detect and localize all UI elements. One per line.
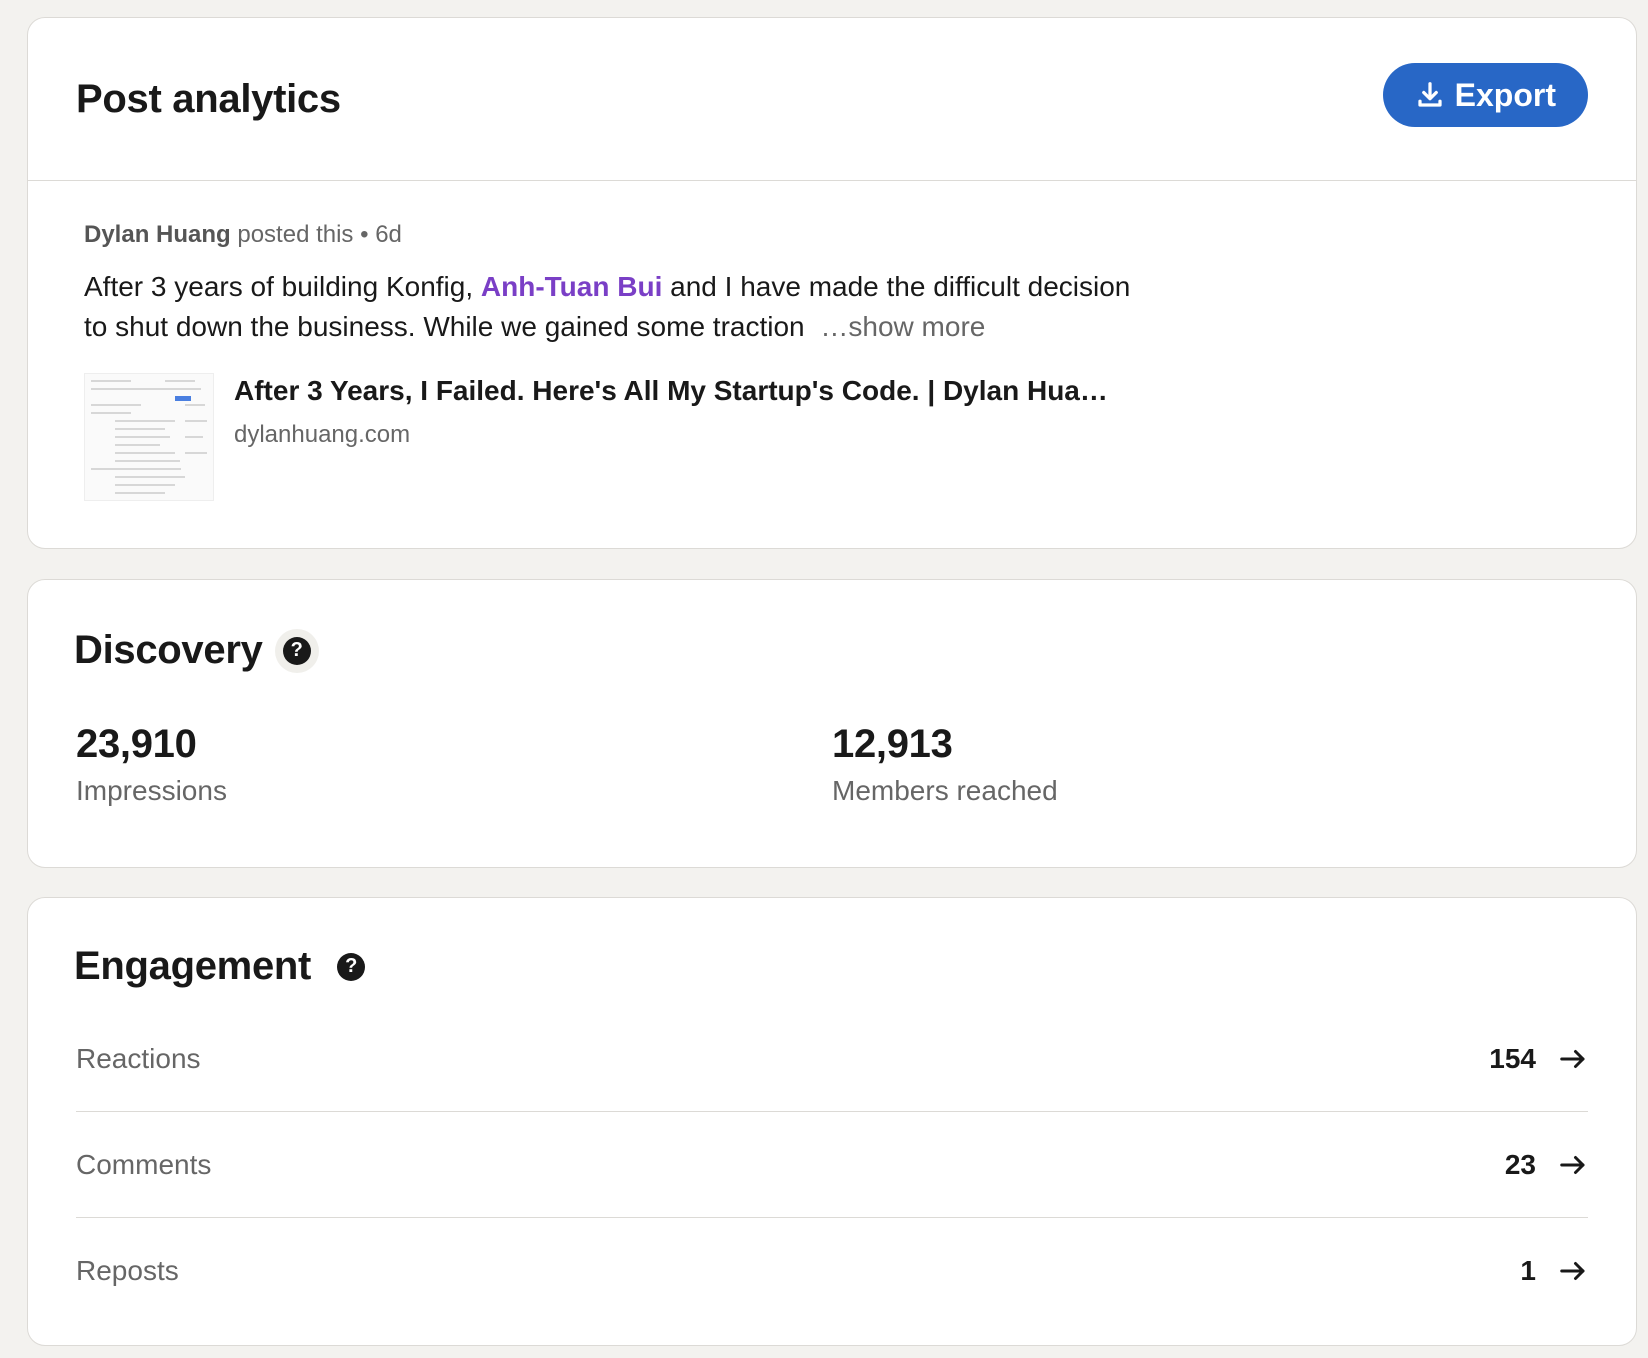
reposts-row[interactable]: Reposts 1 (76, 1218, 1588, 1324)
engagement-list: Reactions 154 Comments 23 Reposts 1 (76, 1006, 1588, 1324)
reposts-count: 1 (1520, 1255, 1536, 1286)
engagement-card: Engagement ? Reactions 154 Comments 23 R… (27, 897, 1637, 1346)
engagement-heading: Engagement ? (74, 944, 373, 989)
comments-label: Comments (76, 1148, 212, 1180)
discovery-card: Discovery ? 23,910 Impressions 12,913 Me… (27, 579, 1637, 868)
show-more-link[interactable]: …show more (820, 311, 985, 342)
download-icon (1418, 82, 1442, 107)
help-icon[interactable]: ? (329, 945, 373, 989)
export-label: Export (1454, 76, 1556, 113)
engagement-title: Engagement (74, 944, 312, 988)
post-age: 6d (375, 221, 402, 248)
impressions-value: 23,910 (76, 722, 197, 766)
export-button[interactable]: Export (1382, 63, 1588, 127)
post-preview: Dylan Huang posted this • 6d After 3 yea… (28, 181, 1636, 501)
post-author[interactable]: Dylan Huang (84, 221, 231, 248)
link-info: After 3 Years, I Failed. Here's All My S… (234, 375, 1108, 501)
reactions-row[interactable]: Reactions 154 (76, 1006, 1588, 1112)
reposts-label: Reposts (76, 1255, 179, 1286)
post-text: After 3 years of building Konfig, Anh-Tu… (84, 267, 1144, 347)
members-reached-value: 12,913 (832, 722, 953, 766)
link-title[interactable]: After 3 Years, I Failed. Here's All My S… (234, 375, 1108, 407)
post-meta: Dylan Huang posted this • 6d (84, 221, 1580, 249)
help-icon[interactable]: ? (274, 628, 319, 673)
comments-count: 23 (1504, 1148, 1536, 1180)
comments-row[interactable]: Comments 23 (76, 1112, 1588, 1218)
link-domain: dylanhuang.com (234, 421, 411, 448)
analytics-header: Post analytics Export (28, 18, 1636, 181)
post-analytics-card: Post analytics Export Dylan Huang posted… (27, 17, 1637, 549)
impressions-label: Impressions (76, 775, 227, 806)
arrow-right-icon[interactable] (1558, 1150, 1588, 1180)
post-text-before: After 3 years of building Konfig, (84, 271, 474, 302)
arrow-right-icon[interactable] (1558, 1044, 1588, 1074)
arrow-right-icon[interactable] (1558, 1256, 1588, 1286)
reactions-label: Reactions (76, 1042, 201, 1074)
discovery-heading: Discovery ? (74, 628, 319, 673)
impressions-metric: 23,910 Impressions (76, 722, 227, 807)
discovery-title: Discovery (74, 628, 263, 672)
link-preview[interactable]: After 3 Years, I Failed. Here's All My S… (84, 373, 1580, 501)
reactions-count: 154 (1489, 1042, 1536, 1074)
post-action: posted this (237, 221, 354, 248)
page-title: Post analytics (76, 76, 341, 121)
mention-link[interactable]: Anh-Tuan Bui (481, 271, 662, 302)
members-reached-metric: 12,913 Members reached (832, 722, 1058, 807)
post-separator: • (360, 221, 369, 248)
link-thumbnail (84, 373, 214, 501)
members-reached-label: Members reached (832, 775, 1058, 806)
